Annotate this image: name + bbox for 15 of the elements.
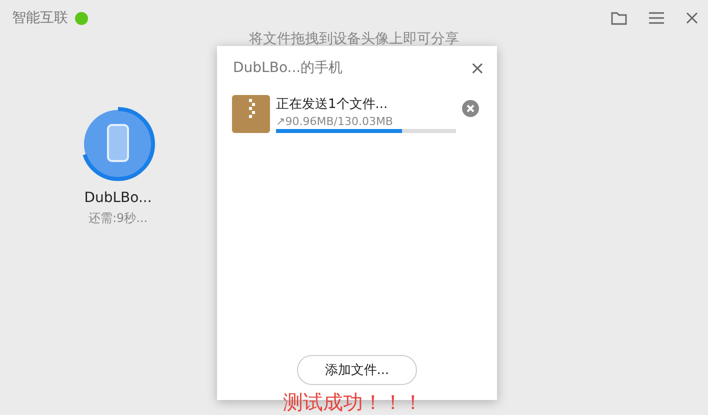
success-message: 测试成功！！！ [283,390,423,414]
transfer-title: 正在发送1个文件... [276,96,389,113]
close-icon[interactable] [686,12,698,24]
cancel-icon[interactable] [462,100,479,117]
add-file-button[interactable]: 添加文件... [297,355,417,385]
menu-icon[interactable] [649,12,664,24]
transfer-progress-text: ↗90.96MB/130.03MB [276,115,394,128]
folder-icon[interactable] [611,11,627,25]
hint-text: 将文件拖拽到设备头像上即可分享 [249,31,459,47]
app-title: 智能互联 [12,9,68,27]
time-remaining: 还需:9秒... [88,210,148,227]
close-button[interactable]: × [470,58,485,78]
device-name: DubLBo... [84,190,152,206]
dialog-title: DubLBo...的手机 [233,59,343,77]
archive-file-icon [232,95,270,133]
